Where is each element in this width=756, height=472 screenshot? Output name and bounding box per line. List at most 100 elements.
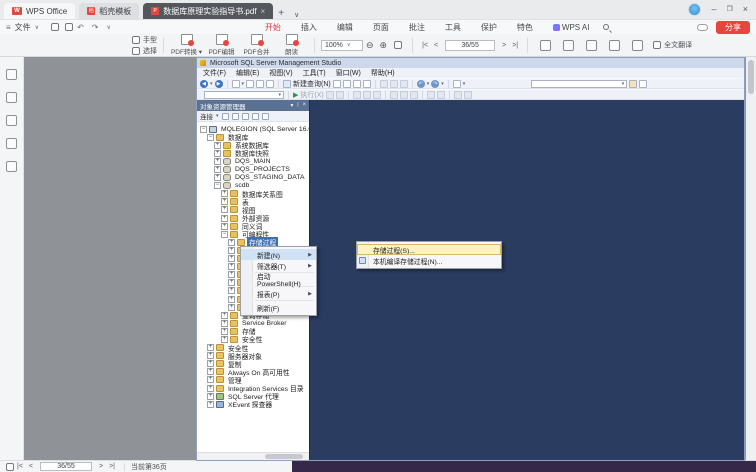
- object-explorer-header[interactable]: 对象资源管理器 ▾ ⊺ ×: [197, 100, 309, 111]
- open-file-icon[interactable]: [246, 79, 255, 88]
- user-avatar[interactable]: [688, 2, 702, 16]
- page-layout-icon[interactable]: [540, 39, 552, 51]
- execute-button[interactable]: 执行(X): [300, 90, 323, 100]
- expander-plus-icon[interactable]: +: [221, 190, 228, 198]
- prev-page-button[interactable]: <: [434, 42, 438, 49]
- parse-icon[interactable]: [335, 90, 344, 99]
- database-combobox[interactable]: ▾: [204, 90, 284, 99]
- expander-plus-icon[interactable]: +: [228, 238, 235, 246]
- ssms-menu-文件(F)[interactable]: 文件(F): [203, 68, 226, 78]
- expander-plus-icon[interactable]: +: [221, 311, 228, 319]
- expander-plus-icon[interactable]: +: [228, 263, 235, 271]
- first-page-button[interactable]: |<: [422, 42, 428, 49]
- expander-plus-icon[interactable]: +: [228, 279, 235, 287]
- ssms-menu-视图(V)[interactable]: 视图(V): [269, 68, 292, 78]
- status-next-page-button[interactable]: >: [99, 463, 103, 470]
- restore-button[interactable]: ❐: [726, 5, 732, 13]
- tree-item[interactable]: + DQS_PROJECTS: [197, 165, 309, 174]
- panel-chevron-down-icon[interactable]: ▾: [290, 102, 293, 109]
- query-doc-icon-4[interactable]: [362, 79, 371, 88]
- undo-icon[interactable]: ↶: [77, 23, 84, 32]
- context-menu-item[interactable]: 刷新(F): [241, 302, 316, 313]
- expander-plus-icon[interactable]: +: [214, 141, 221, 149]
- wps-menu-工具[interactable]: 工具: [445, 22, 461, 33]
- query-opt-icon-10[interactable]: [463, 90, 472, 99]
- zoom-in-icon[interactable]: ⊕: [380, 40, 388, 51]
- new-chevron-icon[interactable]: ▾: [242, 81, 245, 87]
- back-history-chevron-icon[interactable]: ▾: [210, 81, 213, 87]
- document-tab[interactable]: P 数据库原理实验指导书.pdf ×: [143, 3, 274, 19]
- context-menu-item[interactable]: 启动 PowerShell(H): [241, 274, 316, 288]
- wps-menu-特色[interactable]: 特色: [517, 22, 533, 33]
- toolbar-combobox[interactable]: ▾: [531, 79, 628, 88]
- wps-menu-页面[interactable]: 页面: [373, 22, 389, 33]
- thumbnails-icon[interactable]: [6, 69, 17, 80]
- expander-plus-icon[interactable]: +: [207, 384, 214, 392]
- expander-plus-icon[interactable]: +: [221, 198, 228, 206]
- expander-plus-icon[interactable]: +: [214, 174, 221, 182]
- expander-plus-icon[interactable]: +: [228, 271, 235, 279]
- tree-item[interactable]: + 服务器对象: [197, 352, 309, 361]
- ssms-menu-编辑(E)[interactable]: 编辑(E): [236, 68, 259, 78]
- ssms-menu-帮助(H)[interactable]: 帮助(H): [371, 68, 395, 78]
- vertical-scrollbar-thumb[interactable]: [748, 60, 754, 94]
- connect-button[interactable]: 连接: [200, 111, 213, 121]
- tree-item[interactable]: + 数据库快照: [197, 149, 309, 158]
- bookmark-icon[interactable]: [6, 92, 17, 103]
- expander-plus-icon[interactable]: +: [207, 352, 214, 360]
- close-tab-icon[interactable]: ×: [261, 7, 266, 16]
- tree-item[interactable]: + 数据库关系图: [197, 190, 309, 199]
- page-nav-box[interactable]: 36/55: [445, 39, 496, 51]
- wps-menu-WPS AI[interactable]: WPS AI: [552, 22, 589, 33]
- new-query-button[interactable]: 新建查询(N): [293, 79, 331, 89]
- last-page-button[interactable]: >|: [512, 42, 518, 49]
- wps-menu-插入[interactable]: 插入: [301, 22, 317, 33]
- expander-minus-icon[interactable]: −: [200, 125, 207, 133]
- translate-button[interactable]: 全文翻译: [653, 40, 692, 50]
- query-opt-icon-2[interactable]: [362, 90, 371, 99]
- navigate-forward-icon[interactable]: ▶: [214, 79, 223, 88]
- ssms-menu-窗口(W)[interactable]: 窗口(W): [336, 68, 361, 78]
- query-opt-icon-3[interactable]: [372, 90, 381, 99]
- redo-icon[interactable]: ↷: [92, 23, 99, 32]
- expander-plus-icon[interactable]: +: [207, 400, 214, 408]
- expander-plus-icon[interactable]: +: [207, 368, 214, 376]
- expander-plus-icon[interactable]: +: [228, 295, 235, 303]
- expander-plus-icon[interactable]: +: [214, 149, 221, 157]
- copy-icon[interactable]: [389, 79, 398, 88]
- hamburger-icon[interactable]: ≡: [6, 23, 11, 32]
- tree-item[interactable]: + DQS_MAIN: [197, 157, 309, 165]
- expander-plus-icon[interactable]: +: [221, 206, 228, 214]
- wps-menu-批注[interactable]: 批注: [409, 22, 425, 33]
- hand-tool-button[interactable]: 手型: [132, 35, 157, 45]
- expander-plus-icon[interactable]: +: [207, 376, 214, 384]
- submenu-item[interactable]: 存储过程(S)...: [357, 244, 501, 255]
- query-doc-icon-1[interactable]: [332, 79, 341, 88]
- toolbar-button-PDF合并[interactable]: PDF合并: [240, 34, 273, 56]
- wps-menu-保护[interactable]: 保护: [481, 22, 497, 33]
- new-tab-button[interactable]: +: [273, 8, 289, 19]
- save-all-icon[interactable]: [266, 79, 275, 88]
- ssms-title-bar[interactable]: Microsoft SQL Server Management Studio: [197, 58, 744, 68]
- expander-plus-icon[interactable]: +: [214, 157, 221, 165]
- horizontal-scrollbar-track[interactable]: [197, 452, 309, 460]
- file-menu-chevron-icon[interactable]: ∨: [35, 24, 39, 31]
- sidebar-search-icon[interactable]: [6, 161, 17, 172]
- wps-home-tab[interactable]: W WPS Office: [4, 3, 76, 19]
- script-icon[interactable]: [261, 112, 269, 120]
- filter-icon[interactable]: [251, 112, 259, 120]
- expander-plus-icon[interactable]: +: [207, 392, 214, 400]
- navigate-back-icon[interactable]: ◀: [200, 79, 208, 88]
- share-button[interactable]: 分享: [716, 20, 750, 34]
- fit-page-icon[interactable]: [394, 41, 403, 49]
- context-menu-item[interactable]: 新建(N) ▶: [241, 249, 316, 260]
- zoom-out-icon[interactable]: ⊖: [366, 40, 374, 51]
- horizontal-scrollbar-thumb[interactable]: [265, 454, 303, 459]
- cloud-sync-icon[interactable]: [697, 23, 708, 31]
- select-tool-button[interactable]: 选择: [132, 46, 157, 56]
- file-menu[interactable]: 文件: [15, 22, 31, 33]
- query-doc-icon-3[interactable]: [352, 79, 361, 88]
- new-query-icon[interactable]: [283, 79, 292, 88]
- stop-icon[interactable]: [231, 112, 239, 120]
- redo-toolbar-icon[interactable]: ↷: [431, 79, 440, 88]
